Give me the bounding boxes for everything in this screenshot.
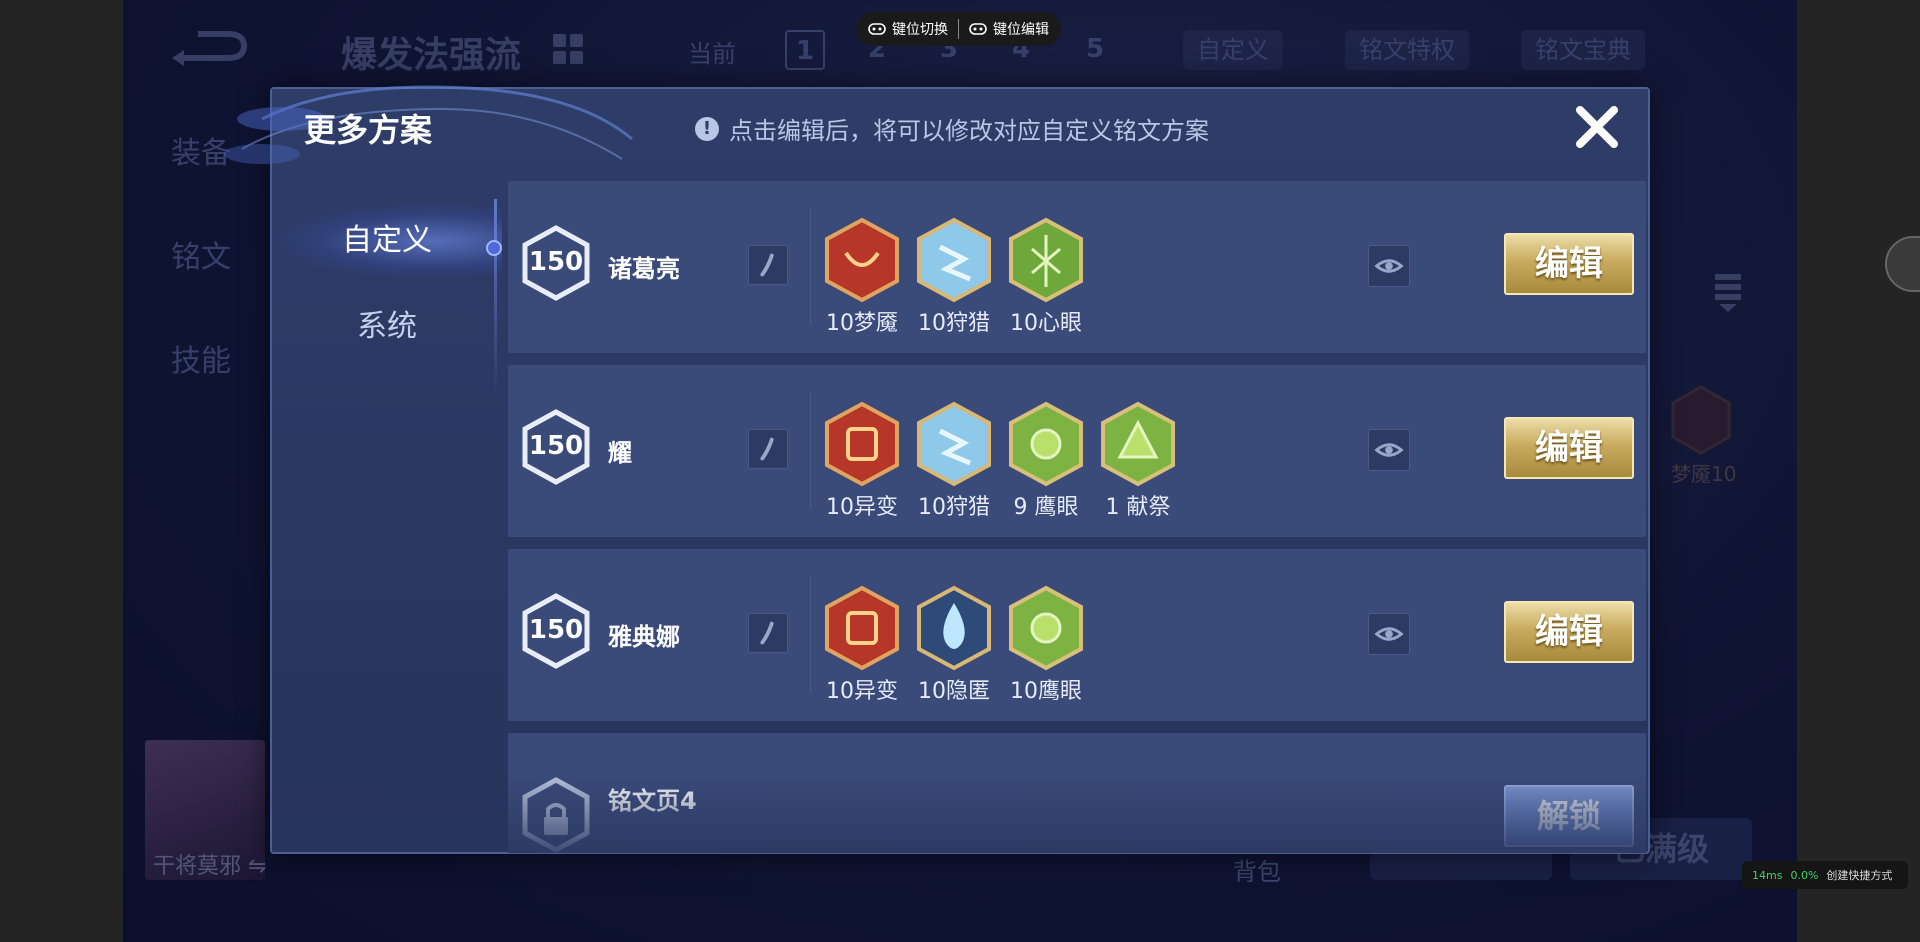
plan-name: 雅典娜 [608,623,680,651]
rune-preview-label: 梦魇10 [1671,462,1737,486]
nav-equipment[interactable]: 装备 [171,128,231,172]
rune-label: 10异变 [826,495,898,520]
info-icon: ! [695,116,719,141]
preview-eye-icon[interactable] [1368,429,1410,471]
edit-button[interactable]: 编辑 [1504,601,1634,663]
tab-privilege[interactable]: 铭文特权 [1345,30,1469,70]
nav-runes[interactable]: 铭文 [171,232,231,276]
nav-skills[interactable]: 技能 [171,336,231,380]
preview-eye-icon[interactable] [1368,613,1410,655]
rune-label: 10梦魇 [826,311,898,336]
rune-label: 10隐匿 [918,679,990,704]
rune-level: 150 [528,247,584,277]
rename-icon[interactable] [748,613,788,653]
dialog-title: 更多方案 [304,111,433,149]
screen: 爆发法强流 当前 1 2 3 4 5 自定义 铭文特权 铭文宝典 装备 铭文 技… [0,0,1920,942]
status-overlay: 14ms 0.0% 创建快捷方式 [1742,861,1908,889]
grid-icon[interactable] [553,34,583,64]
key-edit-label: 键位编辑 [993,22,1049,38]
tab-divider [494,199,497,399]
preview-eye-icon[interactable] [1368,245,1410,287]
shortcut-button[interactable]: 创建快捷方式 [1826,867,1892,883]
blue-rune-icon [917,585,991,671]
tab-codex[interactable]: 铭文宝典 [1521,30,1645,70]
edit-button[interactable]: 编辑 [1504,417,1634,479]
red-rune-icon [825,217,899,303]
rename-icon[interactable] [748,245,788,285]
rune-level: 150 [528,615,584,645]
page-1[interactable]: 1 [785,30,825,70]
green-rune-icon [1101,401,1175,487]
floating-side-button[interactable] [1885,236,1920,292]
red-rune-icon [825,585,899,671]
plan-row: 150 耀 10异变 10狩猎 9 鹰眼 1 献祭 编辑 [508,365,1646,537]
more-plans-dialog: 更多方案 ! 点击编辑后，将可以修改对应自定义铭文方案 自定义 系统 150 诸… [224,85,1650,854]
plan-name: 耀 [608,439,632,467]
row-divider [810,577,811,693]
tab-system[interactable]: 系统 [272,289,502,365]
green-rune-icon [1009,585,1083,671]
rune-label: 10异变 [826,679,898,704]
page-5[interactable]: 5 [1075,30,1115,70]
gamepad-icon [969,23,987,35]
plan-row: 150 雅典娜 10异变 10隐匿 10鹰眼 编辑 [508,549,1646,721]
key-edit-button[interactable]: 键位编辑 [969,19,1049,39]
edit-button[interactable]: 编辑 [1504,233,1634,295]
tab-custom-bg[interactable]: 自定义 [1183,30,1283,70]
key-switch-label: 键位切换 [892,22,948,38]
loadout-title: 爆发法强流 [341,35,522,76]
rune-label: 10心眼 [1010,311,1082,336]
row-divider [810,209,811,325]
back-arrow-icon[interactable] [168,28,250,70]
plan-name: 铭文页4 [608,787,697,815]
bag-label[interactable]: 背包 [1233,852,1281,887]
active-tab-indicator [486,240,502,256]
packet-loss: 0.0% [1790,868,1819,882]
row-divider [810,393,811,509]
key-toolbar: 键位切换 键位编辑 [856,12,1061,46]
green-rune-icon [1009,401,1083,487]
rune-preview-icon [1671,385,1731,455]
stack-icon[interactable] [1713,272,1743,312]
current-label: 当前 [688,40,736,68]
key-switch-button[interactable]: 键位切换 [868,19,948,39]
rune-label: 10鹰眼 [1010,679,1082,704]
rune-label: 1 献祭 [1105,495,1171,520]
unlock-button[interactable]: 解锁 [1504,785,1634,847]
plan-row-locked: 铭文页4 解锁 [508,733,1646,853]
rune-label: 10狩猎 [918,311,990,336]
rune-label: 9 鹰眼 [1013,495,1079,520]
lock-hex-icon [522,777,590,853]
edit-hint: ! 点击编辑后，将可以修改对应自定义铭文方案 [695,111,1209,146]
rune-label: 10狩猎 [918,495,990,520]
gamepad-icon [868,23,886,35]
latency: 14ms [1752,868,1783,882]
red-rune-icon [825,401,899,487]
rename-icon[interactable] [748,429,788,469]
hero-name: 干将莫邪 ⇋ [153,854,267,879]
close-icon[interactable] [1572,102,1622,152]
tab-custom[interactable]: 自定义 [272,203,502,279]
plan-row: 150 诸葛亮 10梦魇 10狩猎 10心眼 编辑 [508,181,1646,353]
plan-list: 150 诸葛亮 10梦魇 10狩猎 10心眼 编辑 150 耀 10异变 10狩… [508,181,1646,853]
toolbar-divider [958,19,959,39]
hint-text: 点击编辑后，将可以修改对应自定义铭文方案 [729,117,1209,145]
rune-level: 150 [528,431,584,461]
blue-rune-icon [917,217,991,303]
plan-name: 诸葛亮 [608,255,680,283]
blue-rune-icon [917,401,991,487]
green-rune-icon [1009,217,1083,303]
